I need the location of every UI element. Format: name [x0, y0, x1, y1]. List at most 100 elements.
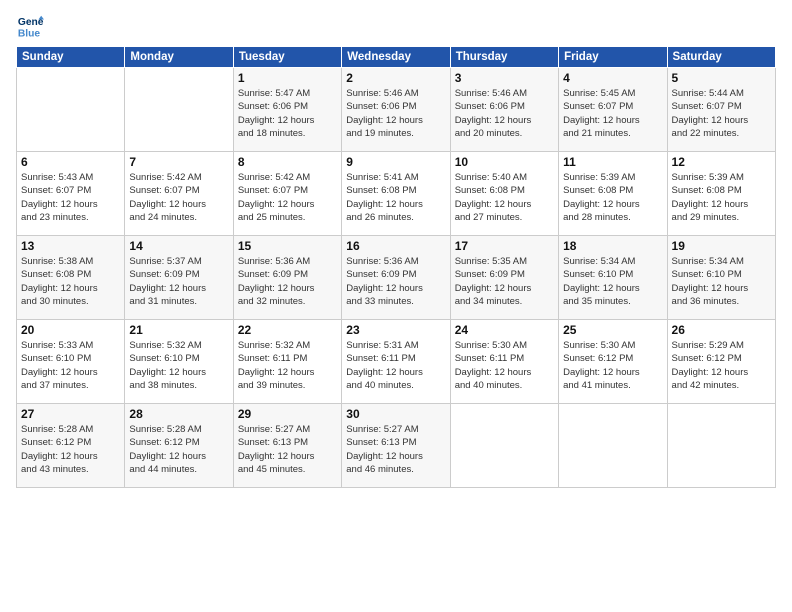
weekday-header: Saturday: [667, 47, 775, 68]
day-info: Sunrise: 5:39 AM Sunset: 6:08 PM Dayligh…: [563, 171, 662, 224]
day-number: 2: [346, 71, 445, 85]
calendar-cell: 6 Sunrise: 5:43 AM Sunset: 6:07 PM Daylig…: [17, 152, 125, 236]
calendar-cell: 27 Sunrise: 5:28 AM Sunset: 6:12 PM Dayli…: [17, 404, 125, 488]
weekday-header: Tuesday: [233, 47, 341, 68]
day-number: 16: [346, 239, 445, 253]
calendar-cell: 4 Sunrise: 5:45 AM Sunset: 6:07 PM Daylig…: [559, 68, 667, 152]
day-number: 5: [672, 71, 771, 85]
day-number: 22: [238, 323, 337, 337]
calendar-week-row: 20Sunrise: 5:33 AM Sunset: 6:10 PM Dayli…: [17, 320, 776, 404]
calendar-week-row: 13 Sunrise: 5:38 AM Sunset: 6:08 PM Dayli…: [17, 236, 776, 320]
day-info: Sunrise: 5:34 AM Sunset: 6:10 PM Dayligh…: [563, 255, 662, 308]
calendar-cell: [450, 404, 558, 488]
day-info: Sunrise: 5:28 AM Sunset: 6:12 PM Dayligh…: [21, 423, 120, 476]
day-info: Sunrise: 5:37 AM Sunset: 6:09 PM Dayligh…: [129, 255, 228, 308]
day-number: 17: [455, 239, 554, 253]
day-number: 18: [563, 239, 662, 253]
calendar-cell: 30 Sunrise: 5:27 AM Sunset: 6:13 PM Dayli…: [342, 404, 450, 488]
day-info: Sunrise: 5:27 AM Sunset: 6:13 PM Dayligh…: [238, 423, 337, 476]
day-info: Sunrise: 5:36 AM Sunset: 6:09 PM Dayligh…: [346, 255, 445, 308]
day-number: 27: [21, 407, 120, 421]
day-number: 15: [238, 239, 337, 253]
day-info: Sunrise: 5:32 AM Sunset: 6:11 PM Dayligh…: [238, 339, 337, 392]
calendar-cell: 14 Sunrise: 5:37 AM Sunset: 6:09 PM Dayli…: [125, 236, 233, 320]
day-number: 25: [563, 323, 662, 337]
day-number: 24: [455, 323, 554, 337]
calendar-cell: [559, 404, 667, 488]
day-info: Sunrise: 5:41 AM Sunset: 6:08 PM Dayligh…: [346, 171, 445, 224]
day-info: Sunrise: 5:36 AM Sunset: 6:09 PM Dayligh…: [238, 255, 337, 308]
day-info: Sunrise: 5:45 AM Sunset: 6:07 PM Dayligh…: [563, 87, 662, 140]
calendar-cell: 29 Sunrise: 5:27 AM Sunset: 6:13 PM Dayli…: [233, 404, 341, 488]
calendar-cell: 9 Sunrise: 5:41 AM Sunset: 6:08 PM Daylig…: [342, 152, 450, 236]
calendar-table: SundayMondayTuesdayWednesdayThursdayFrid…: [16, 46, 776, 488]
day-number: 26: [672, 323, 771, 337]
weekday-header: Friday: [559, 47, 667, 68]
calendar-cell: [125, 68, 233, 152]
day-number: 20: [21, 323, 120, 337]
calendar-cell: 21 Sunrise: 5:32 AM Sunset: 6:10 PM Dayli…: [125, 320, 233, 404]
day-number: 4: [563, 71, 662, 85]
day-number: 10: [455, 155, 554, 169]
page: General Blue SundayMondayTuesdayWednesda…: [0, 0, 792, 612]
day-number: 8: [238, 155, 337, 169]
calendar-cell: 24 Sunrise: 5:30 AM Sunset: 6:11 PM Dayli…: [450, 320, 558, 404]
calendar-cell: 7 Sunrise: 5:42 AM Sunset: 6:07 PM Daylig…: [125, 152, 233, 236]
calendar-cell: 28Sunrise: 5:28 AM Sunset: 6:12 PM Dayli…: [125, 404, 233, 488]
day-number: 9: [346, 155, 445, 169]
day-number: 21: [129, 323, 228, 337]
day-info: Sunrise: 5:38 AM Sunset: 6:08 PM Dayligh…: [21, 255, 120, 308]
calendar-cell: [667, 404, 775, 488]
day-info: Sunrise: 5:40 AM Sunset: 6:08 PM Dayligh…: [455, 171, 554, 224]
day-info: Sunrise: 5:43 AM Sunset: 6:07 PM Dayligh…: [21, 171, 120, 224]
day-info: Sunrise: 5:31 AM Sunset: 6:11 PM Dayligh…: [346, 339, 445, 392]
weekday-header: Thursday: [450, 47, 558, 68]
day-info: Sunrise: 5:44 AM Sunset: 6:07 PM Dayligh…: [672, 87, 771, 140]
calendar-cell: 1Sunrise: 5:47 AM Sunset: 6:06 PM Daylig…: [233, 68, 341, 152]
calendar-cell: 20Sunrise: 5:33 AM Sunset: 6:10 PM Dayli…: [17, 320, 125, 404]
calendar-week-row: 27 Sunrise: 5:28 AM Sunset: 6:12 PM Dayli…: [17, 404, 776, 488]
calendar-cell: 10 Sunrise: 5:40 AM Sunset: 6:08 PM Dayli…: [450, 152, 558, 236]
day-number: 30: [346, 407, 445, 421]
day-number: 7: [129, 155, 228, 169]
calendar-header: SundayMondayTuesdayWednesdayThursdayFrid…: [17, 47, 776, 68]
day-info: Sunrise: 5:46 AM Sunset: 6:06 PM Dayligh…: [455, 87, 554, 140]
day-number: 6: [21, 155, 120, 169]
weekday-header: Monday: [125, 47, 233, 68]
day-number: 13: [21, 239, 120, 253]
calendar-cell: 13 Sunrise: 5:38 AM Sunset: 6:08 PM Dayli…: [17, 236, 125, 320]
weekday-header: Wednesday: [342, 47, 450, 68]
day-info: Sunrise: 5:27 AM Sunset: 6:13 PM Dayligh…: [346, 423, 445, 476]
calendar-cell: 22 Sunrise: 5:32 AM Sunset: 6:11 PM Dayli…: [233, 320, 341, 404]
day-info: Sunrise: 5:28 AM Sunset: 6:12 PM Dayligh…: [129, 423, 228, 476]
calendar-cell: 11 Sunrise: 5:39 AM Sunset: 6:08 PM Dayli…: [559, 152, 667, 236]
day-number: 11: [563, 155, 662, 169]
day-number: 29: [238, 407, 337, 421]
day-info: Sunrise: 5:42 AM Sunset: 6:07 PM Dayligh…: [129, 171, 228, 224]
day-info: Sunrise: 5:29 AM Sunset: 6:12 PM Dayligh…: [672, 339, 771, 392]
day-number: 3: [455, 71, 554, 85]
calendar-cell: 23Sunrise: 5:31 AM Sunset: 6:11 PM Dayli…: [342, 320, 450, 404]
svg-text:Blue: Blue: [18, 28, 41, 39]
calendar-cell: [17, 68, 125, 152]
weekday-header: Sunday: [17, 47, 125, 68]
day-number: 12: [672, 155, 771, 169]
calendar-cell: 3 Sunrise: 5:46 AM Sunset: 6:06 PM Daylig…: [450, 68, 558, 152]
logo-icon: General Blue: [16, 12, 44, 40]
day-info: Sunrise: 5:39 AM Sunset: 6:08 PM Dayligh…: [672, 171, 771, 224]
calendar-cell: 15 Sunrise: 5:36 AM Sunset: 6:09 PM Dayli…: [233, 236, 341, 320]
calendar-cell: 25 Sunrise: 5:30 AM Sunset: 6:12 PM Dayli…: [559, 320, 667, 404]
calendar-cell: 16 Sunrise: 5:36 AM Sunset: 6:09 PM Dayli…: [342, 236, 450, 320]
day-number: 19: [672, 239, 771, 253]
day-info: Sunrise: 5:35 AM Sunset: 6:09 PM Dayligh…: [455, 255, 554, 308]
logo: General Blue: [16, 12, 48, 40]
calendar-cell: 12 Sunrise: 5:39 AM Sunset: 6:08 PM Dayli…: [667, 152, 775, 236]
calendar-week-row: 1Sunrise: 5:47 AM Sunset: 6:06 PM Daylig…: [17, 68, 776, 152]
calendar-cell: 5 Sunrise: 5:44 AM Sunset: 6:07 PM Daylig…: [667, 68, 775, 152]
day-info: Sunrise: 5:30 AM Sunset: 6:11 PM Dayligh…: [455, 339, 554, 392]
day-info: Sunrise: 5:32 AM Sunset: 6:10 PM Dayligh…: [129, 339, 228, 392]
day-info: Sunrise: 5:46 AM Sunset: 6:06 PM Dayligh…: [346, 87, 445, 140]
day-number: 14: [129, 239, 228, 253]
day-info: Sunrise: 5:30 AM Sunset: 6:12 PM Dayligh…: [563, 339, 662, 392]
day-info: Sunrise: 5:34 AM Sunset: 6:10 PM Dayligh…: [672, 255, 771, 308]
